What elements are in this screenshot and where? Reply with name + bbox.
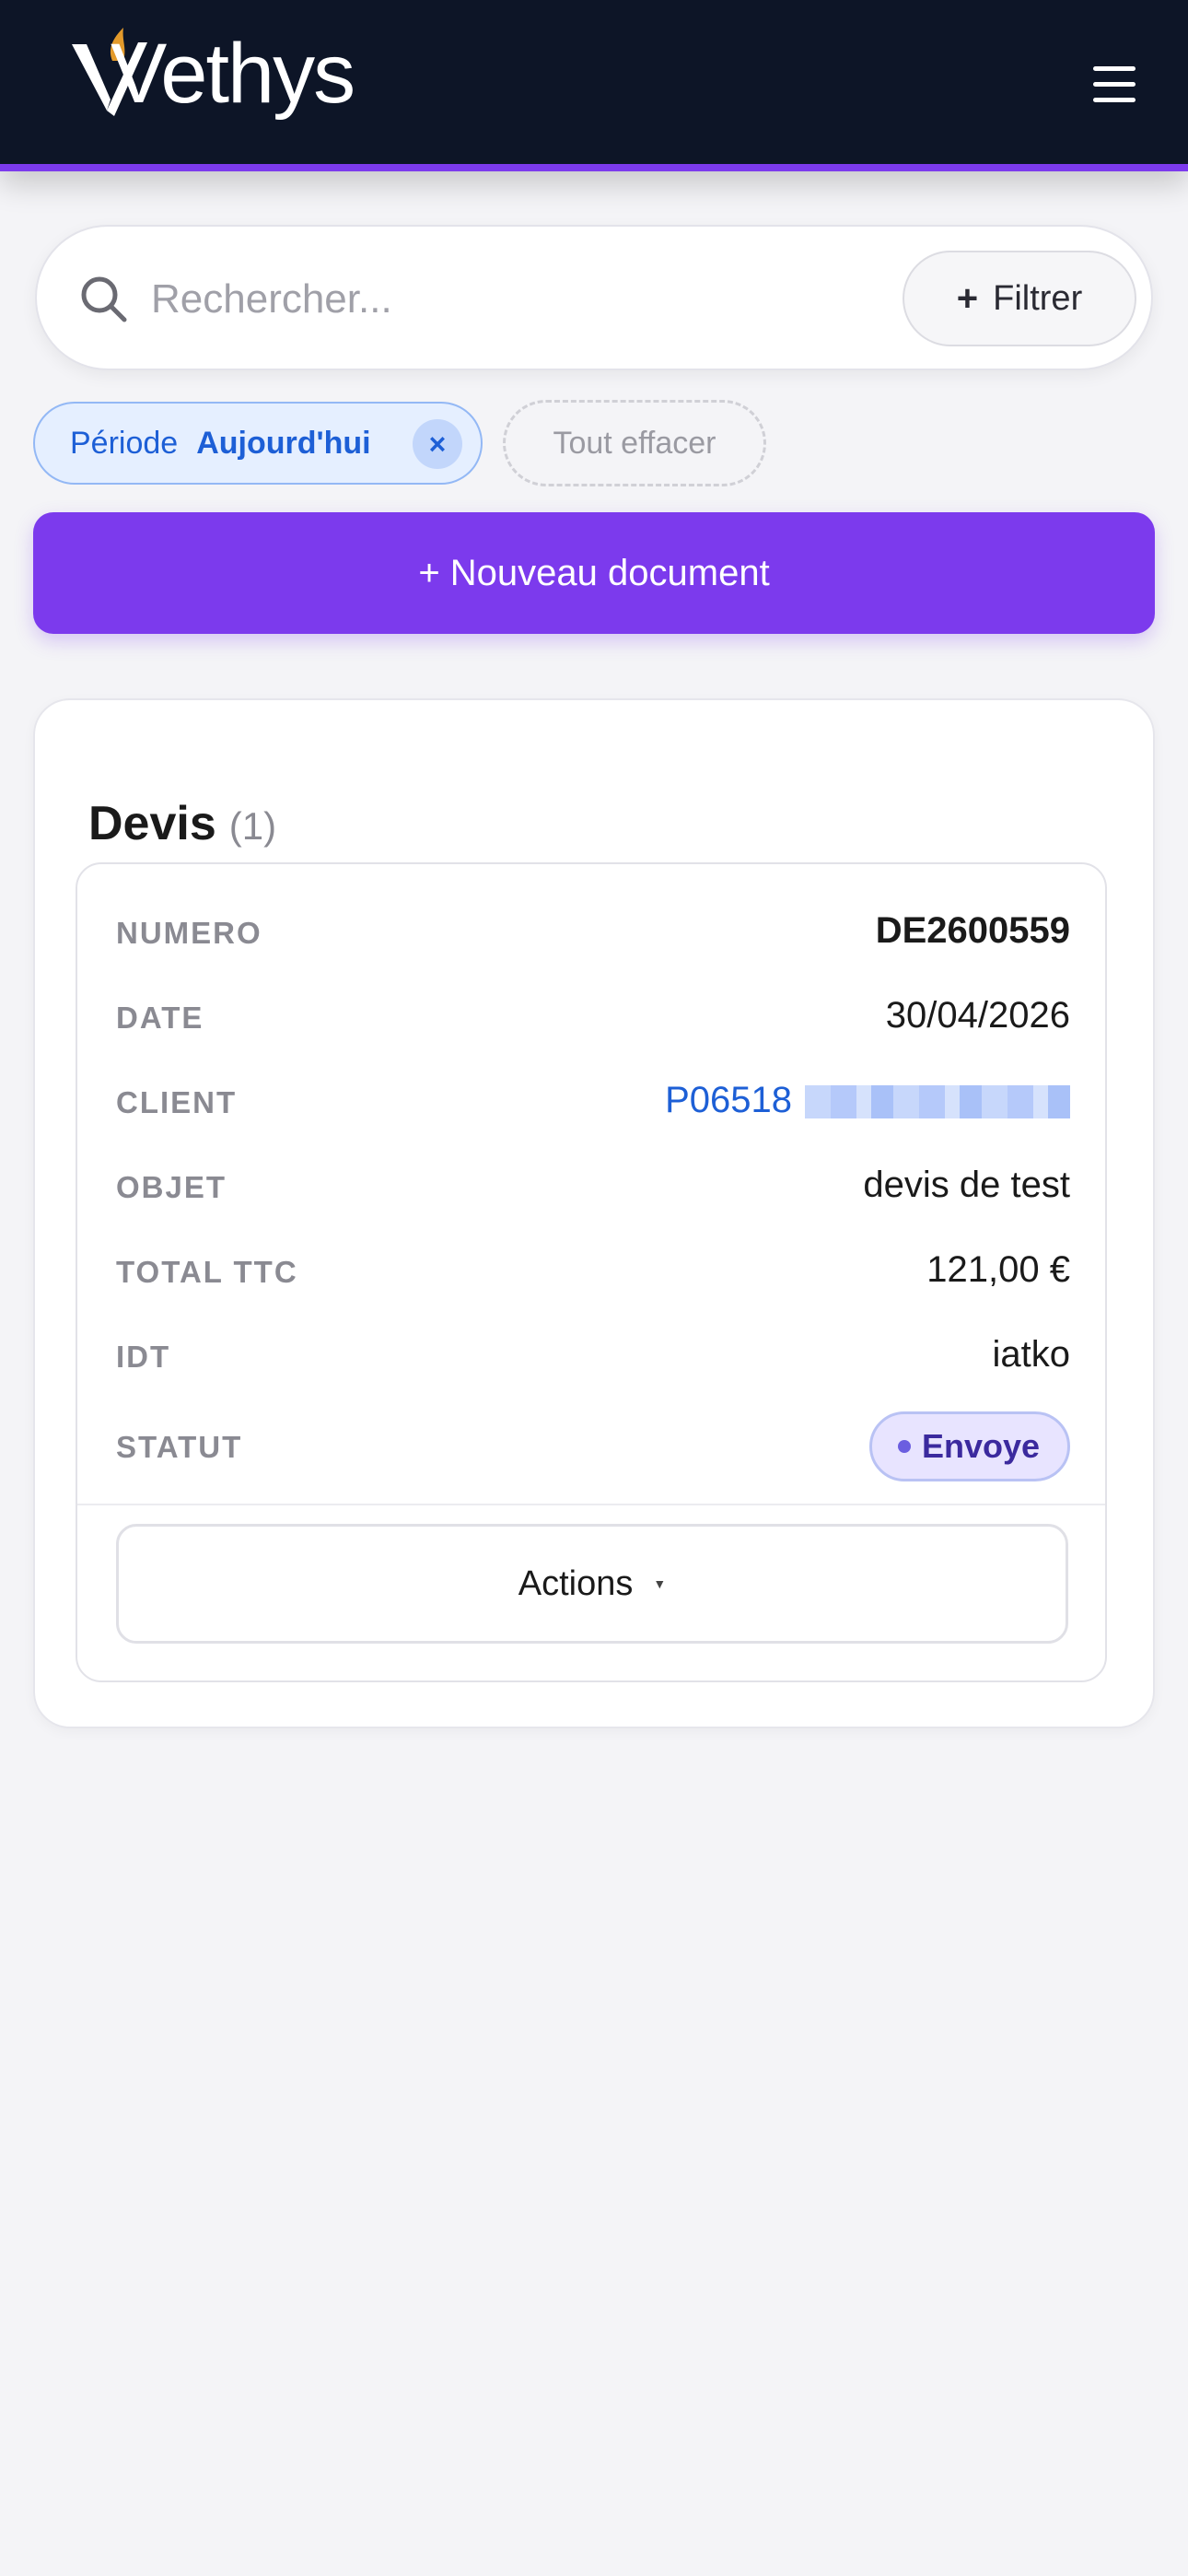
field-label: DATE — [116, 1001, 204, 1035]
section-count: (1) — [228, 804, 277, 848]
field-value-total: 121,00 € — [926, 1249, 1070, 1290]
field-label: NUMERO — [116, 916, 262, 950]
search-input[interactable] — [151, 263, 906, 335]
divider — [77, 1504, 1105, 1505]
chip-key: Période — [70, 425, 179, 461]
field-row-total: TOTAL TTC 121,00 € — [77, 1235, 1109, 1308]
brand-logo[interactable]: Vethys — [70, 20, 374, 131]
status-badge: Envoye — [868, 1411, 1070, 1481]
new-document-button[interactable]: + Nouveau document — [33, 512, 1155, 634]
field-row-client: CLIENT P06518 — [77, 1065, 1109, 1139]
redacted-client-name — [805, 1085, 1070, 1119]
hamburger-menu-icon[interactable] — [1093, 66, 1136, 102]
caret-down-icon: ▼ — [653, 1576, 667, 1591]
field-value-date: 30/04/2026 — [885, 995, 1070, 1036]
filter-button-label: Filtrer — [993, 278, 1083, 318]
field-label: STATUT — [116, 1430, 243, 1464]
app-header: Vethys — [0, 0, 1188, 171]
field-label: CLIENT — [116, 1085, 238, 1119]
document-card: NUMERO DE2600559 DATE 30/04/2026 CLIENT … — [76, 862, 1107, 1682]
status-text: Envoye — [921, 1427, 1040, 1465]
field-value-idt: iatko — [992, 1334, 1071, 1375]
client-link[interactable]: P06518 — [665, 1080, 1070, 1121]
field-label: OBJET — [116, 1170, 227, 1204]
field-value-objet: devis de test — [863, 1165, 1070, 1205]
field-row-objet: OBJET devis de test — [77, 1150, 1109, 1224]
section-title: Devis (1) — [88, 796, 276, 851]
chip-value: Aujourd'hui — [196, 425, 371, 461]
plus-icon: + — [956, 277, 979, 319]
field-row-date: DATE 30/04/2026 — [77, 980, 1109, 1054]
field-value-numero: DE2600559 — [875, 910, 1070, 951]
search-icon — [81, 276, 127, 322]
field-row-numero: NUMERO DE2600559 — [77, 896, 1109, 969]
field-label: TOTAL TTC — [116, 1255, 298, 1289]
close-icon[interactable]: × — [413, 419, 462, 469]
actions-label: Actions — [518, 1563, 634, 1603]
client-code: P06518 — [665, 1080, 792, 1120]
field-row-statut: STATUT Envoye — [77, 1410, 1109, 1483]
actions-dropdown-button[interactable]: Actions ▼ — [116, 1524, 1068, 1644]
clear-all-button[interactable]: Tout effacer — [503, 400, 766, 486]
filter-button[interactable]: + Filtrer — [903, 251, 1136, 346]
field-label: IDT — [116, 1340, 171, 1374]
status-dot-icon — [897, 1440, 911, 1453]
brand-name: Vethys — [111, 27, 355, 121]
search-bar: + Filtrer — [35, 225, 1153, 370]
field-row-idt: IDT iatko — [77, 1319, 1109, 1393]
period-filter-chip[interactable]: Période Aujourd'hui × — [33, 402, 483, 485]
section-title-text: Devis — [88, 797, 216, 850]
